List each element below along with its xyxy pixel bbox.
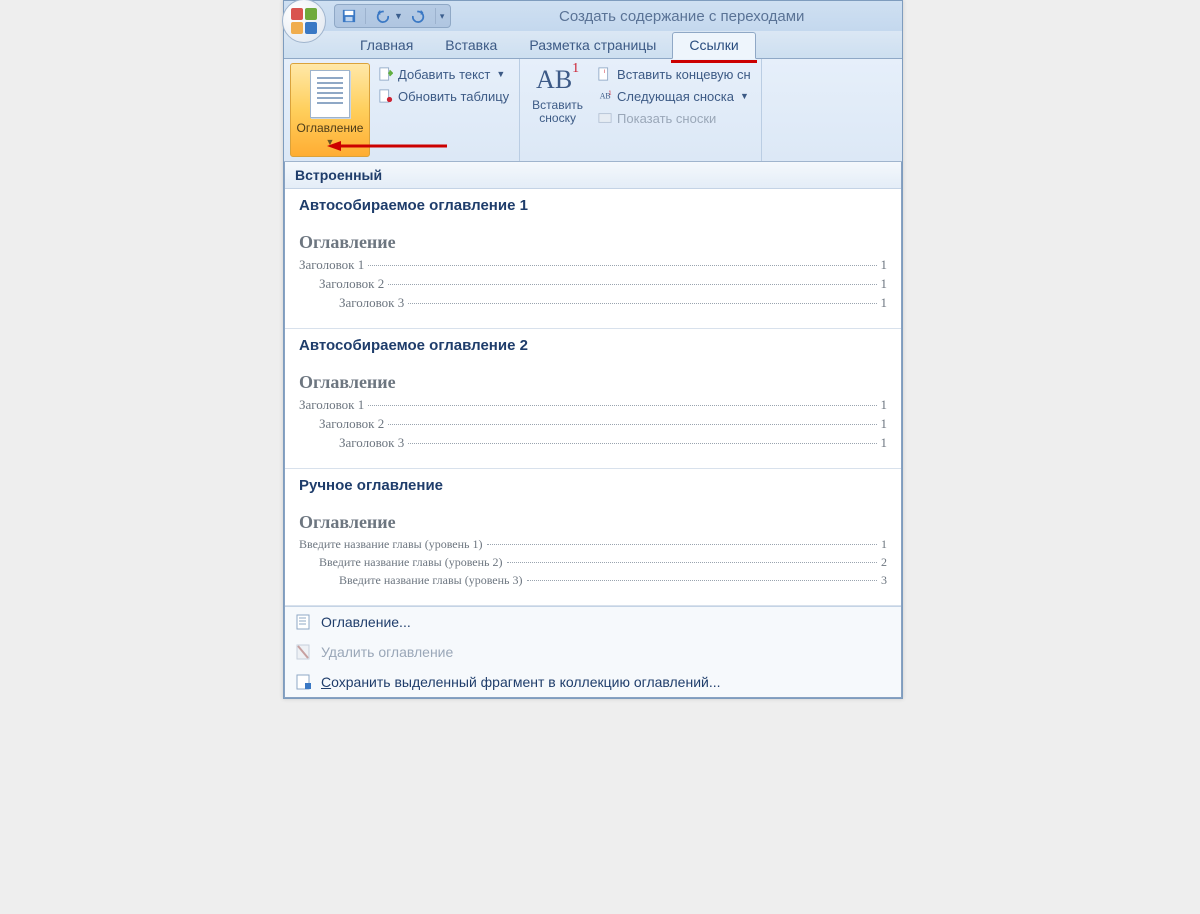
show-notes-button: Показать сноски	[593, 107, 755, 129]
toc-preview-line: Заголовок 21	[319, 276, 887, 292]
tab-references-label: Ссылки	[689, 37, 738, 53]
insert-endnote-button[interactable]: i Вставить концевую сн	[593, 63, 755, 85]
preview-heading: Оглавление	[299, 232, 887, 253]
undo-dropdown-icon[interactable]: ▼	[394, 11, 403, 21]
gallery-item-title: Автособираемое оглавление 2	[299, 337, 887, 354]
gallery-item[interactable]: Автособираемое оглавление 2 Оглавление Заг…	[285, 329, 901, 469]
toc-gallery: Встроенный Автособираемое оглавление 1 Ог…	[284, 162, 902, 698]
tab-insert[interactable]: Вставка	[429, 33, 513, 58]
ab-icon: AB1	[536, 67, 580, 93]
document-title: Создать содержание с переходами	[451, 8, 902, 25]
title-bar: ▼ ▾ Создать содержание с переходами	[284, 1, 902, 31]
toc-preview-line: Заголовок 11	[299, 397, 887, 413]
ribbon: Оглавление ▼ Добавить текст ▼	[284, 59, 902, 162]
gallery-item-title: Автособираемое оглавление 1	[299, 197, 887, 214]
toc-dialog-icon	[295, 613, 313, 631]
insert-footnote-label-1: Вставить	[532, 98, 583, 112]
gallery-item[interactable]: Автособираемое оглавление 1 Оглавление Заг…	[285, 189, 901, 329]
update-table-label: Обновить таблицу	[398, 89, 509, 104]
office-logo-icon	[291, 8, 317, 34]
redo-icon[interactable]	[411, 8, 427, 24]
save-selection-label: Сохранить выделенный фрагмент в коллекци…	[321, 674, 721, 690]
undo-icon[interactable]	[374, 8, 390, 24]
chevron-down-icon: ▼	[496, 69, 505, 79]
toc-button-label: Оглавление	[297, 122, 364, 135]
remove-toc-label: Удалить оглавление	[321, 644, 453, 660]
save-icon[interactable]	[341, 8, 357, 24]
toc-doc-icon	[310, 70, 350, 118]
insert-footnote-button[interactable]: AB1 Вставить сноску	[526, 63, 589, 157]
gallery-body[interactable]: Автособираемое оглавление 1 Оглавление Заг…	[285, 189, 901, 606]
qat-customize-icon[interactable]: ▾	[440, 11, 445, 22]
chevron-down-icon: ▼	[740, 91, 749, 101]
update-table-button[interactable]: Обновить таблицу	[374, 85, 513, 107]
tab-references[interactable]: Ссылки	[672, 32, 755, 59]
preview-heading: Оглавление	[299, 372, 887, 393]
toc-preview-line: Введите название главы (уровень 2)2	[319, 555, 887, 570]
chevron-down-icon: ▼	[326, 137, 335, 147]
save-selection-item[interactable]: Сохранить выделенный фрагмент в коллекци…	[285, 667, 901, 697]
toc-preview-line: Введите название главы (уровень 3)3	[339, 573, 887, 588]
next-footnote-button[interactable]: AB1 Следующая сноска ▼	[593, 85, 755, 107]
add-text-button[interactable]: Добавить текст ▼	[374, 63, 513, 85]
save-selection-icon	[295, 673, 313, 691]
toc-preview-line: Введите название главы (уровень 1)1	[299, 537, 887, 552]
preview-heading: Оглавление	[299, 512, 887, 533]
next-footnote-icon: AB1	[597, 88, 613, 104]
update-table-icon	[378, 88, 394, 104]
annotation-underline	[671, 60, 756, 63]
svg-text:1: 1	[609, 90, 612, 96]
group-footnotes: AB1 Вставить сноску i Вставить концевую …	[520, 59, 762, 161]
gallery-item-title: Ручное оглавление	[299, 477, 887, 494]
tab-home[interactable]: Главная	[344, 33, 429, 58]
tab-page-layout[interactable]: Разметка страницы	[513, 33, 672, 58]
word-window: ▼ ▾ Создать содержание с переходами Глав…	[283, 0, 903, 699]
gallery-item[interactable]: Ручное оглавление Оглавление Введите назва…	[285, 469, 901, 606]
toc-button[interactable]: Оглавление ▼	[290, 63, 370, 157]
gallery-footer: Оглавление... Удалить оглавление Сохрани…	[285, 606, 901, 697]
toc-preview-line: Заголовок 31	[339, 435, 887, 451]
insert-endnote-label: Вставить концевую сн	[617, 67, 751, 82]
show-notes-label: Показать сноски	[617, 111, 716, 126]
office-button[interactable]	[282, 0, 326, 43]
add-text-icon	[378, 66, 394, 82]
toc-dialog-label: Оглавление...	[321, 614, 411, 630]
ribbon-tabs: Главная Вставка Разметка страницы Ссылки	[284, 31, 902, 59]
quick-access-toolbar: ▼ ▾	[334, 4, 451, 28]
toc-preview-line: Заголовок 31	[339, 295, 887, 311]
add-text-label: Добавить текст	[398, 67, 490, 82]
toc-preview-line: Заголовок 11	[299, 257, 887, 273]
remove-toc-item: Удалить оглавление	[285, 637, 901, 667]
endnote-icon: i	[597, 66, 613, 82]
remove-toc-icon	[295, 643, 313, 661]
toc-preview-line: Заголовок 21	[319, 416, 887, 432]
insert-footnote-label-2: сноску	[539, 111, 576, 125]
show-notes-icon	[597, 110, 613, 126]
svg-text:i: i	[604, 69, 605, 75]
next-footnote-label: Следующая сноска	[617, 89, 734, 104]
toc-dialog-item[interactable]: Оглавление...	[285, 607, 901, 637]
gallery-section-header: Встроенный	[285, 162, 901, 189]
group-toc: Оглавление ▼ Добавить текст ▼	[284, 59, 520, 161]
